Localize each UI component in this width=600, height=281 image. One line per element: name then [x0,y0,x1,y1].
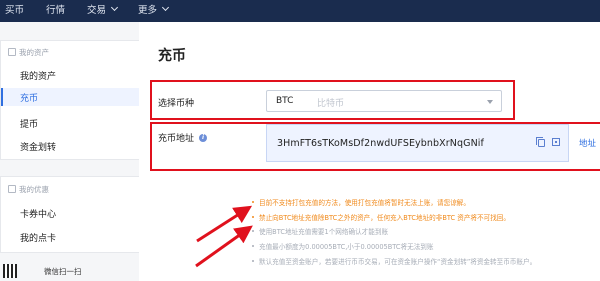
annotation-arrows [195,205,253,268]
annotation-arrow-2 [195,225,253,268]
